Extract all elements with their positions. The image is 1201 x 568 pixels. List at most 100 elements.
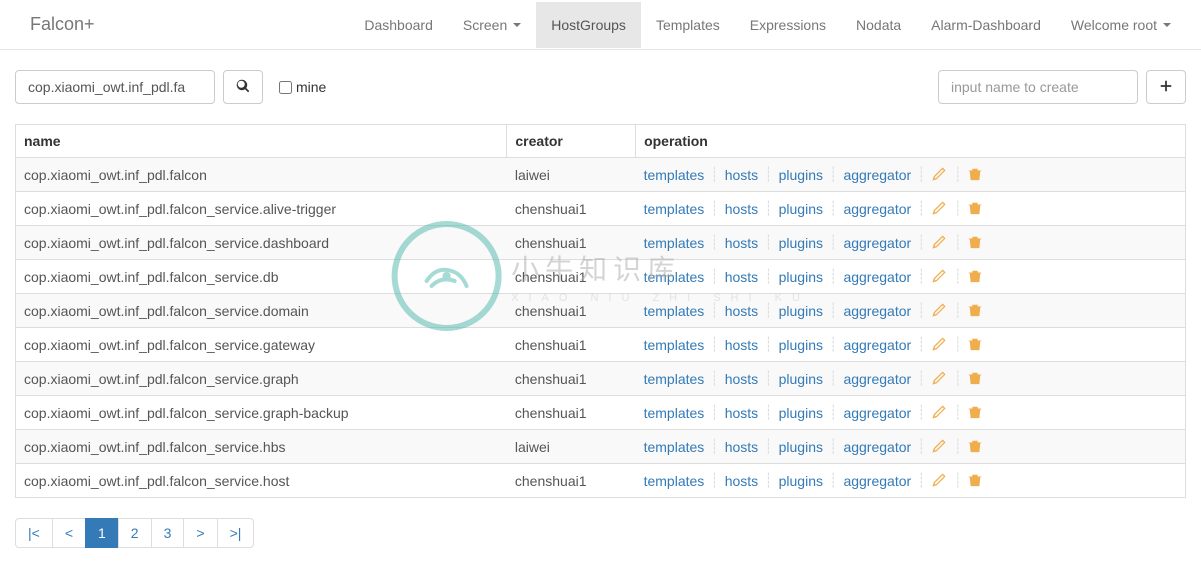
op-plugins[interactable]: plugins [779,201,823,217]
op-aggregator[interactable]: aggregator [843,269,911,285]
op-hosts[interactable]: hosts [725,473,758,489]
trash-icon[interactable] [968,167,984,183]
divider: ┊ [954,370,962,387]
op-aggregator[interactable]: aggregator [843,439,911,455]
op-aggregator[interactable]: aggregator [843,473,911,489]
op-plugins[interactable]: plugins [779,303,823,319]
op-hosts[interactable]: hosts [725,371,758,387]
page-3[interactable]: 3 [151,518,185,548]
page-link[interactable]: >| [218,519,254,547]
edit-icon[interactable] [932,439,948,455]
op-hosts[interactable]: hosts [725,303,758,319]
trash-icon[interactable] [968,269,984,285]
op-templates[interactable]: templates [644,201,705,217]
edit-icon[interactable] [932,167,948,183]
search-button[interactable] [223,70,263,104]
trash-icon[interactable] [968,201,984,217]
op-plugins[interactable]: plugins [779,405,823,421]
op-aggregator[interactable]: aggregator [843,235,911,251]
op-templates[interactable]: templates [644,167,705,183]
op-hosts[interactable]: hosts [725,167,758,183]
page-link[interactable]: < [53,519,85,547]
mine-checkbox-wrap[interactable]: mine [279,79,326,95]
edit-icon[interactable] [932,405,948,421]
cell-operation: templates┊hosts┊plugins┊aggregator┊┊ [636,158,1186,192]
op-aggregator[interactable]: aggregator [843,405,911,421]
cell-creator: chenshuai1 [507,226,636,260]
page-link[interactable]: |< [16,519,52,547]
page-link[interactable]: 3 [152,519,184,547]
op-plugins[interactable]: plugins [779,473,823,489]
cell-operation: templates┊hosts┊plugins┊aggregator┊┊ [636,430,1186,464]
nav-item-screen[interactable]: Screen [448,2,536,48]
cell-name: cop.xiaomi_owt.inf_pdl.falcon_service.do… [16,294,507,328]
op-aggregator[interactable]: aggregator [843,167,911,183]
trash-icon[interactable] [968,439,984,455]
op-templates[interactable]: templates [644,371,705,387]
page-link[interactable]: 1 [86,519,118,547]
nav-item-templates[interactable]: Templates [641,2,735,48]
page-prev[interactable]: < [52,518,86,548]
page-next[interactable]: > [183,518,217,548]
op-aggregator[interactable]: aggregator [843,201,911,217]
nav-item-alarm-dashboard[interactable]: Alarm-Dashboard [916,2,1056,48]
trash-icon[interactable] [968,235,984,251]
op-templates[interactable]: templates [644,337,705,353]
op-aggregator[interactable]: aggregator [843,371,911,387]
op-templates[interactable]: templates [644,439,705,455]
op-plugins[interactable]: plugins [779,269,823,285]
search-input[interactable] [15,70,215,104]
cell-operation: templates┊hosts┊plugins┊aggregator┊┊ [636,260,1186,294]
op-plugins[interactable]: plugins [779,235,823,251]
op-templates[interactable]: templates [644,303,705,319]
page-link[interactable]: > [184,519,216,547]
brand[interactable]: Falcon+ [15,0,110,50]
trash-icon[interactable] [968,371,984,387]
op-templates[interactable]: templates [644,405,705,421]
divider: ┊ [764,370,772,387]
page-1[interactable]: 1 [85,518,119,548]
nav: DashboardScreenHostGroupsTemplatesExpres… [349,2,1186,48]
op-hosts[interactable]: hosts [725,405,758,421]
op-plugins[interactable]: plugins [779,167,823,183]
trash-icon[interactable] [968,303,984,319]
nav-item-dashboard[interactable]: Dashboard [349,2,448,48]
divider: ┊ [764,234,772,251]
edit-icon[interactable] [932,473,948,489]
page-2[interactable]: 2 [118,518,152,548]
op-aggregator[interactable]: aggregator [843,337,911,353]
edit-icon[interactable] [932,303,948,319]
op-templates[interactable]: templates [644,235,705,251]
op-templates[interactable]: templates [644,269,705,285]
op-templates[interactable]: templates [644,473,705,489]
edit-icon[interactable] [932,371,948,387]
nav-item-nodata[interactable]: Nodata [841,2,916,48]
nav-item-hostgroups[interactable]: HostGroups [536,2,641,48]
mine-checkbox[interactable] [279,81,292,94]
op-plugins[interactable]: plugins [779,337,823,353]
edit-icon[interactable] [932,269,948,285]
op-hosts[interactable]: hosts [725,269,758,285]
op-hosts[interactable]: hosts [725,235,758,251]
page-link[interactable]: 2 [119,519,151,547]
edit-icon[interactable] [932,337,948,353]
create-button[interactable] [1146,70,1186,104]
create-input[interactable] [938,70,1138,104]
op-hosts[interactable]: hosts [725,201,758,217]
edit-icon[interactable] [932,235,948,251]
nav-item-expressions[interactable]: Expressions [735,2,841,48]
trash-icon[interactable] [968,337,984,353]
page-last[interactable]: >| [217,518,255,548]
trash-icon[interactable] [968,405,984,421]
op-plugins[interactable]: plugins [779,439,823,455]
cell-name: cop.xiaomi_owt.inf_pdl.falcon_service.da… [16,226,507,260]
op-aggregator[interactable]: aggregator [843,303,911,319]
op-plugins[interactable]: plugins [779,371,823,387]
nav-item-welcome-root[interactable]: Welcome root [1056,2,1186,48]
op-hosts[interactable]: hosts [725,439,758,455]
page-first[interactable]: |< [15,518,53,548]
divider: ┊ [829,268,837,285]
op-hosts[interactable]: hosts [725,337,758,353]
trash-icon[interactable] [968,473,984,489]
edit-icon[interactable] [932,201,948,217]
